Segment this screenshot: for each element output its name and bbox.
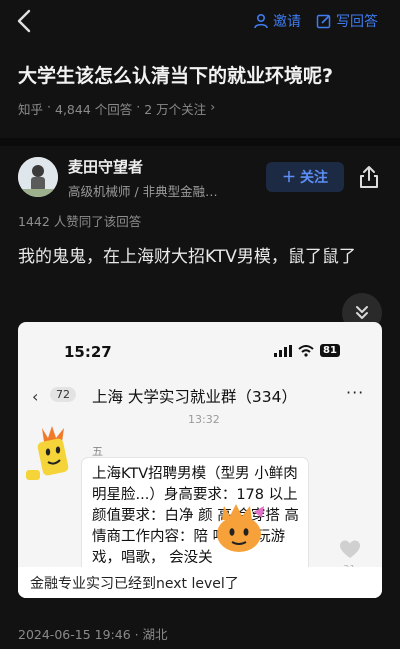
message-bubble: 上海KTV招聘男模（型男 小鲜肉 明星脸...）身高要求：178 以上颜值要求：… <box>82 458 308 578</box>
chat-timestamp: 13:32 <box>188 413 220 426</box>
share-button[interactable] <box>356 164 382 190</box>
answer-count: 4,844 个回答 <box>55 102 133 117</box>
chevron-left-icon: ‹ <box>32 387 39 406</box>
unread-badge: 72 <box>50 387 76 402</box>
follow-label: 关注 <box>300 170 328 186</box>
wifi-icon <box>298 344 314 357</box>
approval-count: 1442 人赞同了该回答 <box>18 214 142 229</box>
person-icon <box>254 13 268 29</box>
back-button[interactable] <box>12 7 38 35</box>
share-icon <box>360 166 378 188</box>
caption-text: 金融专业实习已经到next level了 <box>30 576 239 592</box>
sender-avatar <box>24 422 80 492</box>
author-avatar[interactable] <box>18 157 58 197</box>
chevron-left-icon <box>17 9 31 33</box>
write-answer-label: 写回答 <box>336 14 378 30</box>
answer-text[interactable]: 我的鬼鬼，在上海财大招KTV男模，鼠了鼠了 <box>18 243 384 271</box>
author-name[interactable]: 麦田守望者 <box>68 156 143 177</box>
edit-icon <box>316 14 331 29</box>
more-icon: ··· <box>346 383 365 402</box>
section-divider <box>0 138 400 146</box>
chevron-right-icon: › <box>210 99 216 114</box>
sticker-overlay <box>210 498 268 556</box>
write-answer-button[interactable]: 写回答 <box>316 10 378 32</box>
plus-icon: ＋ <box>282 170 296 186</box>
question-meta[interactable]: 知乎 · 4,844 个回答 · 2 万个关注 › <box>18 99 215 118</box>
message-text: 上海KTV招聘男模（型男 小鲜肉 明星脸...）身高要求：178 以上颜值要求：… <box>92 466 299 566</box>
follower-count: 2 万个关注 <box>144 102 207 117</box>
answer-image[interactable]: 15:27 81 ‹ 72 上海 大学实习就业群（334） ··· 13:32 <box>18 322 382 598</box>
sender-name: 五 <box>92 445 103 458</box>
invite-label: 邀请 <box>273 14 301 30</box>
post-timestamp: 2024-06-15 19:46 · 湖北 <box>18 627 168 642</box>
follow-button[interactable]: ＋ 关注 <box>266 162 344 192</box>
question-title[interactable]: 大学生该怎么认清当下的就业环境呢? <box>18 62 388 90</box>
chevron-double-down-icon <box>356 306 368 319</box>
signal-icon <box>274 344 292 357</box>
chat-header: ‹ 72 上海 大学实习就业群（334） ··· <box>18 377 382 413</box>
battery-indicator: 81 <box>320 344 340 357</box>
author-bio: 高级机械师 / 非典型金融… <box>68 184 218 199</box>
status-time: 15:27 <box>64 343 112 361</box>
image-caption: 金融专业实习已经到next level了 <box>18 567 382 598</box>
phone-status-bar: 15:27 81 <box>18 322 382 370</box>
top-nav: 邀请 写回答 <box>0 0 400 42</box>
question-source: 知乎 <box>18 102 44 117</box>
chat-title: 上海 大学实习就业群（334） <box>92 388 298 406</box>
heart-icon[interactable] <box>339 539 361 561</box>
invite-button[interactable]: 邀请 <box>253 10 301 32</box>
